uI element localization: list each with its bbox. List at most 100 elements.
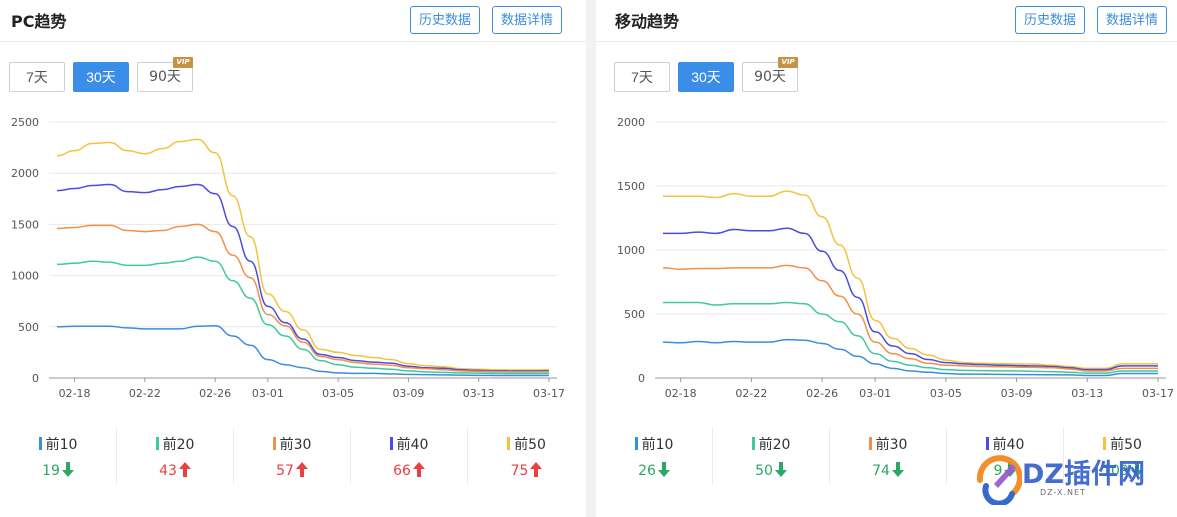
legend-label: 前10 <box>641 437 674 453</box>
legend-label: 前50 <box>514 437 546 453</box>
y-tick-label: 1000 <box>617 244 645 257</box>
y-tick-label: 0 <box>638 372 645 385</box>
range-7d-button[interactable]: 7天 <box>9 62 65 92</box>
y-tick-label: 500 <box>18 321 39 334</box>
legend-row: 前10 19 前20 43 前30 57 前40 66 前50 75 <box>0 428 586 484</box>
range-90d-label: 90天 <box>754 69 786 85</box>
arrow-down-icon <box>61 462 74 481</box>
x-tick-label: 02-26 <box>199 387 231 400</box>
x-tick-label: 03-05 <box>930 387 962 400</box>
pc-trend-panel: PC趋势 历史数据 数据详情 7天 30天 90天 VIP 0 500 1000 15… <box>0 0 586 517</box>
y-tick-label: 0 <box>32 372 39 385</box>
legend-swatch <box>155 437 159 450</box>
arrow-down-icon <box>657 462 670 481</box>
x-tick-label: 03-13 <box>463 387 495 400</box>
legend-swatch <box>38 437 42 450</box>
legend-top10[interactable]: 前10 19 <box>0 428 117 484</box>
legend-top50[interactable]: 前50 75 <box>468 428 585 484</box>
legend-swatch <box>507 437 511 450</box>
arrow-up-icon <box>178 462 191 481</box>
y-tick-label: 1000 <box>11 270 39 283</box>
x-tick-label: 03-05 <box>322 387 354 400</box>
data-details-button[interactable]: 数据详情 <box>1097 6 1168 34</box>
legend-value: 50 <box>755 463 773 479</box>
history-data-button[interactable]: 历史数据 <box>1015 6 1086 34</box>
legend-value: 75 <box>510 463 529 479</box>
legend-value: 43 <box>159 463 177 479</box>
range-90d-button[interactable]: 90天 VIP <box>742 57 798 92</box>
y-tick-label: 2500 <box>11 116 39 129</box>
watermark-text: DZ插件网 <box>1022 459 1145 490</box>
legend-swatch <box>868 437 872 450</box>
legend-swatch <box>634 437 638 450</box>
x-tick-label: 03-13 <box>1071 387 1103 400</box>
x-tick-label: 03-17 <box>533 387 565 400</box>
range-30d-button[interactable]: 30天 <box>73 62 129 92</box>
legend-top40[interactable]: 前40 66 <box>351 428 468 484</box>
x-tick-label: 02-18 <box>665 387 697 400</box>
series-line-4 <box>56 183 550 372</box>
legend-label: 前20 <box>162 437 195 453</box>
y-tick-label: 1500 <box>617 180 645 193</box>
x-tick-label: 02-22 <box>129 387 161 400</box>
x-tick-label: 03-09 <box>392 387 424 400</box>
panel-title: 移动趋势 <box>615 12 680 31</box>
legend-swatch <box>985 437 989 450</box>
vip-badge: VIP <box>173 57 193 68</box>
arrow-up-icon <box>412 462 425 481</box>
legend-label: 前40 <box>396 437 429 453</box>
legend-value: 66 <box>393 463 411 479</box>
series-line-2 <box>56 256 550 375</box>
series-line-1 <box>56 325 550 377</box>
legend-swatch <box>272 437 276 450</box>
x-tick-label: 02-26 <box>806 387 838 400</box>
watermark-url: DZ-X.NET <box>1040 488 1086 497</box>
legend-swatch <box>389 437 393 450</box>
legend-top20[interactable]: 前20 50 <box>713 428 830 484</box>
series-line-2 <box>663 301 1158 374</box>
range-90d-label: 90天 <box>149 69 181 85</box>
y-tick-label: 2000 <box>11 167 39 180</box>
legend-value: 57 <box>276 463 294 479</box>
panel-title: PC趋势 <box>11 12 67 31</box>
y-tick-label: 500 <box>624 308 645 321</box>
x-tick-label: 02-18 <box>59 387 91 400</box>
legend-top10[interactable]: 前10 26 <box>596 428 713 484</box>
legend-top20[interactable]: 前20 43 <box>117 428 234 484</box>
y-tick-label: 1500 <box>11 218 39 231</box>
vip-badge: VIP <box>778 57 798 68</box>
arrow-up-icon <box>530 462 543 481</box>
legend-top30[interactable]: 前30 57 <box>234 428 351 484</box>
legend-swatch <box>751 437 755 450</box>
series-line-3 <box>662 264 1158 372</box>
y-tick-label: 2000 <box>617 116 645 129</box>
dz-logo-icon <box>976 455 1022 505</box>
range-7d-button[interactable]: 7天 <box>614 62 670 92</box>
pc-trend-chart: 0 500 1000 1500 2000 2500 02-18 02-22 02-26 03-01… <box>11 116 565 400</box>
legend-value: 26 <box>638 463 656 479</box>
legend-label: 前20 <box>758 437 791 453</box>
range-30d-button[interactable]: 30天 <box>678 62 734 92</box>
mobile-trend-panel: 移动趋势 历史数据 数据详情 7天 30天 90天 VIP 0 500 1000 15… <box>596 0 1177 517</box>
legend-value: 19 <box>42 463 60 479</box>
range-90d-button[interactable]: 90天 VIP <box>137 57 193 92</box>
x-tick-label: 03-01 <box>252 387 284 400</box>
x-tick-label: 02-22 <box>735 387 767 400</box>
legend-label: 前30 <box>875 437 908 453</box>
x-tick-label: 03-09 <box>1001 387 1033 400</box>
legend-label: 前10 <box>45 437 78 453</box>
arrow-up-icon <box>295 462 308 481</box>
watermark: DZ插件网 DZ-X.NET <box>972 450 1172 510</box>
history-data-button[interactable]: 历史数据 <box>410 6 481 34</box>
x-tick-label: 03-17 <box>1142 387 1174 400</box>
panel-header: 移动趋势 历史数据 数据详情 <box>596 0 1177 42</box>
legend-top30[interactable]: 前30 74 <box>830 428 947 484</box>
legend-swatch <box>1103 437 1107 450</box>
legend-value: 74 <box>872 463 890 479</box>
data-details-button[interactable]: 数据详情 <box>492 6 563 34</box>
series-line-5 <box>56 138 550 371</box>
arrow-down-icon <box>774 462 787 481</box>
panel-header: PC趋势 历史数据 数据详情 <box>0 0 586 42</box>
mobile-trend-chart: 0 500 1000 1500 2000 02-18 02-22 02-26 03-01 03-0… <box>617 116 1174 400</box>
x-tick-label: 03-01 <box>859 387 891 400</box>
